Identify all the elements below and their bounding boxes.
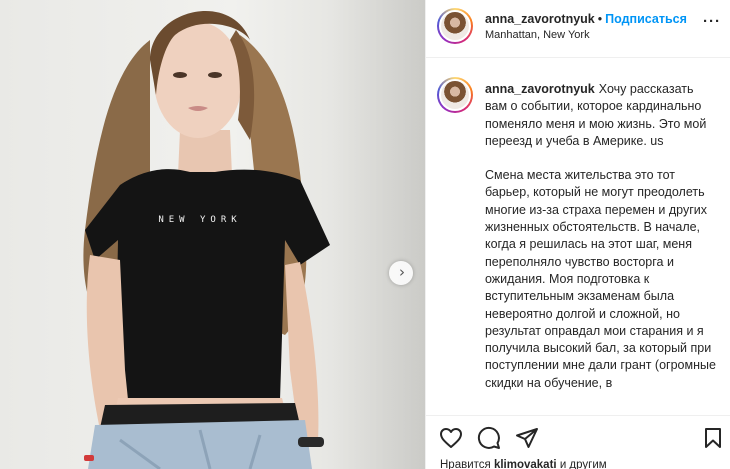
caption-username[interactable]: anna_zavorotnyuk [485, 82, 595, 96]
paper-plane-icon[interactable] [515, 426, 539, 450]
likes-user[interactable]: klimovakati [494, 459, 557, 469]
caption-avatar[interactable] [437, 77, 473, 113]
likes-suffix[interactable]: и другим [560, 459, 607, 469]
caption-paragraph-2: Смена места жительства это тот барьер, к… [485, 168, 716, 390]
post-header: anna_zavorotnyuk • Подписаться Manhattan, … [426, 0, 730, 58]
next-photo-button[interactable]: › [389, 261, 413, 285]
header-username[interactable]: anna_zavorotnyuk [485, 12, 595, 26]
post-photo[interactable]: NEW YORK › [0, 0, 425, 469]
likes-line: Нравится klimovakati и другим [440, 459, 607, 469]
caption-area[interactable]: anna_zavorotnyuk Хочу рассказать вам о со… [426, 59, 730, 415]
caption: anna_zavorotnyuk Хочу рассказать вам о со… [485, 81, 717, 409]
likes-prefix: Нравится [440, 459, 491, 469]
follow-button[interactable]: Подписаться [605, 12, 687, 26]
separator-dot: • [597, 12, 603, 26]
comment-icon[interactable] [477, 426, 501, 450]
photo-illustration: NEW YORK [83, 11, 330, 469]
caption-paragraph-1: anna_zavorotnyuk Хочу рассказать вам о со… [485, 81, 717, 150]
shirt-print: NEW YORK [158, 215, 241, 225]
more-options-icon[interactable]: ··· [703, 13, 721, 30]
heart-icon[interactable] [439, 426, 463, 450]
bookmark-icon[interactable] [701, 426, 725, 450]
chevron-right-icon: › [399, 262, 405, 281]
post-panel: anna_zavorotnyuk • Подписаться Manhattan, … [425, 0, 730, 469]
action-bar: Нравится klimovakati и другим [426, 415, 730, 469]
avatar[interactable] [437, 8, 473, 44]
location-link[interactable]: Manhattan, New York [485, 29, 590, 41]
header-line: anna_zavorotnyuk • Подписаться [485, 12, 687, 26]
